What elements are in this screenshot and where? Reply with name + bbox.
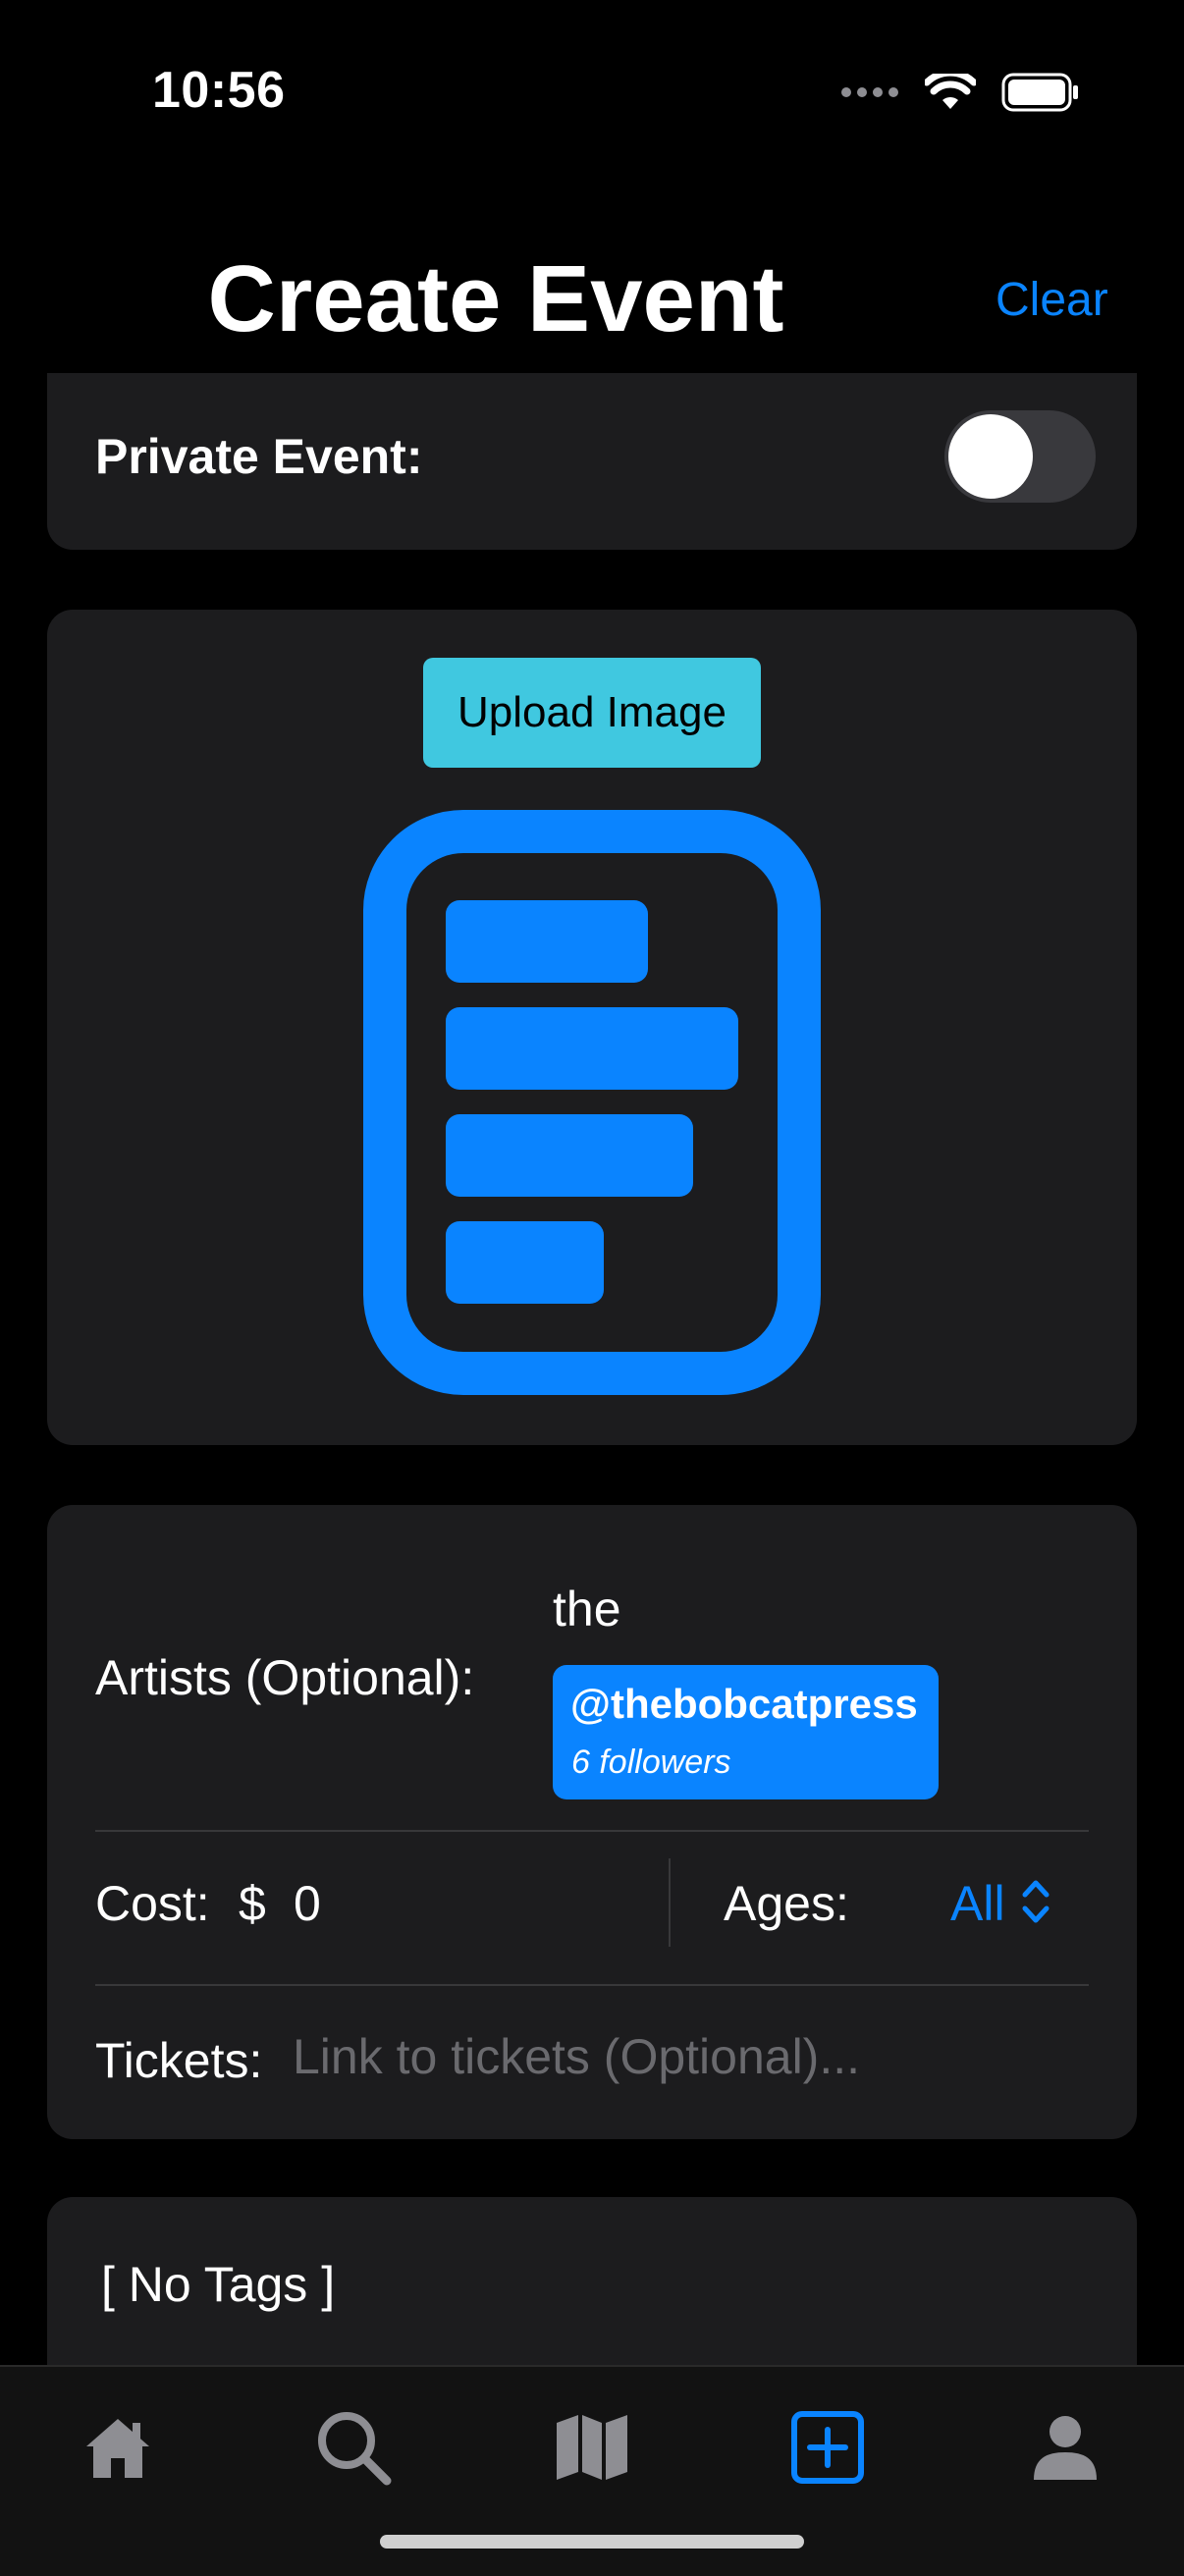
- tickets-input[interactable]: [293, 2022, 1078, 2091]
- clear-button[interactable]: Clear: [996, 273, 1108, 327]
- profile-icon: [1034, 2416, 1097, 2480]
- private-event-label: Private Event:: [95, 429, 423, 484]
- tab-home[interactable]: [74, 2403, 162, 2492]
- private-event-toggle[interactable]: [944, 410, 1096, 503]
- status-time: 10:56: [152, 62, 286, 119]
- battery-icon: [1001, 73, 1078, 112]
- artists-label: Artists (Optional):: [95, 1650, 475, 1705]
- cost-label: Cost:: [95, 1876, 210, 1931]
- map-icon: [557, 2415, 627, 2480]
- add-icon: [791, 2411, 864, 2484]
- tab-map[interactable]: [548, 2403, 636, 2492]
- tab-profile[interactable]: [1021, 2403, 1109, 2492]
- cost-currency: $: [239, 1876, 266, 1931]
- cost-input[interactable]: 0: [294, 1875, 321, 1932]
- signal-dots-icon: [841, 87, 898, 97]
- tags-text: [ No Tags ]: [101, 2257, 336, 2312]
- home-indicator[interactable]: [380, 2535, 804, 2549]
- ages-label: Ages:: [724, 1876, 849, 1931]
- divider: [95, 1830, 1089, 1832]
- upload-image-button[interactable]: Upload Image: [423, 658, 761, 768]
- tab-search[interactable]: [309, 2403, 398, 2492]
- chevron-up-down-icon[interactable]: [1021, 1877, 1050, 1926]
- text-document-icon: [363, 810, 821, 1395]
- artist-search-input[interactable]: the: [553, 1581, 621, 1637]
- divider: [95, 1984, 1089, 1986]
- artist-suggestion[interactable]: @thebobcatpress 6 followers: [553, 1665, 939, 1799]
- search-icon: [318, 2412, 392, 2486]
- status-indicators: [840, 73, 1080, 112]
- tickets-label: Tickets:: [95, 2033, 263, 2088]
- tab-create[interactable]: [783, 2403, 872, 2492]
- artist-followers: 6 followers: [571, 1744, 731, 1781]
- wifi-icon: [925, 74, 976, 109]
- page-title: Create Event: [207, 246, 784, 351]
- home-icon: [86, 2419, 149, 2478]
- vertical-divider: [669, 1858, 671, 1947]
- toggle-knob: [948, 414, 1033, 499]
- ages-picker[interactable]: All: [950, 1875, 1005, 1932]
- artist-handle: @thebobcatpress: [570, 1681, 918, 1727]
